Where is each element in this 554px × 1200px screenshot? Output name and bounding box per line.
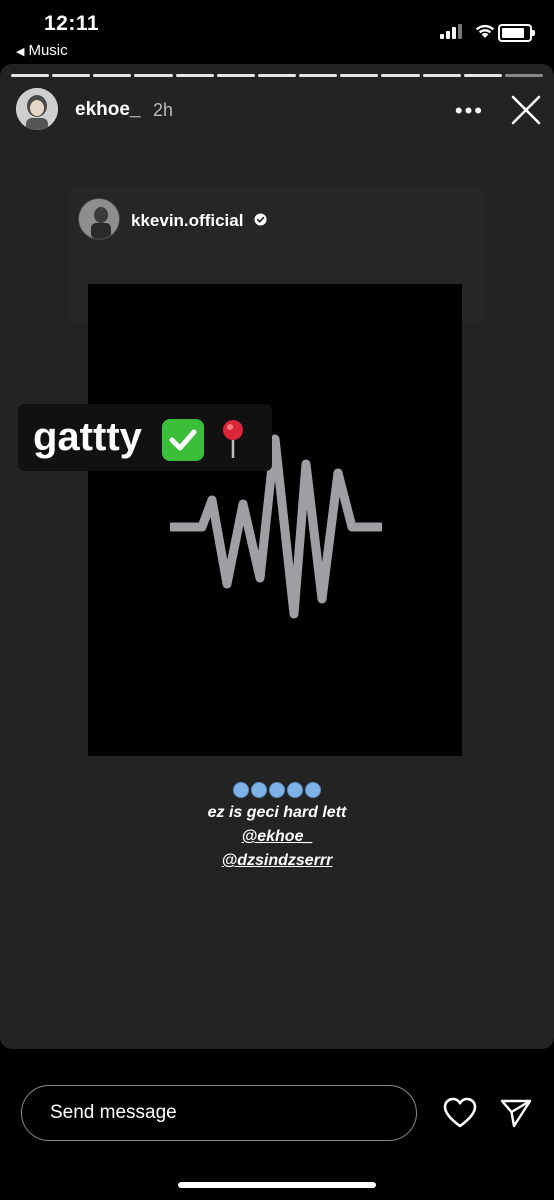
cold-face-emoji-icon [233,782,249,798]
send-message-placeholder: Send message [50,1102,177,1123]
progress-segment [11,74,50,77]
shared-post-image[interactable] [88,284,462,756]
home-indicator[interactable] [178,1182,376,1188]
cellular-signal-icon [440,24,462,39]
cold-face-emoji-icon [269,782,285,798]
progress-segment [257,74,297,77]
verified-badge-icon [254,213,267,226]
progress-segment [504,74,544,77]
progress-segment [299,74,338,77]
caption-text: ez is geci hard lett [207,804,347,821]
cold-face-emoji-icon [305,782,321,798]
progress-segment [422,74,461,77]
text-sticker: gattty [18,404,272,471]
story-author-avatar[interactable] [16,88,58,130]
back-arrow-icon: ◀ [16,46,25,58]
send-message-input[interactable]: Send message [21,1085,417,1141]
avatar-photo [16,88,58,130]
post-caption: ez is geci hard lett @ekhoe_ @dzsindzser… [0,782,554,870]
cold-face-emoji-icon [251,782,267,798]
mention-ekhoe[interactable]: @ekhoe_ [0,828,554,846]
check-mark-icon [162,419,204,461]
sticker-text: gattty [33,415,142,459]
cold-face-emoji-icon [287,782,303,798]
back-app-label: Music [28,42,68,59]
progress-segment [93,74,132,77]
heart-icon[interactable] [443,1097,477,1129]
story-viewer[interactable]: ekhoe_ 2h ••• kkevin.official gattty ez … [0,64,554,1049]
story-progress-bar [11,74,544,78]
shared-post-username[interactable]: kkevin.official [131,211,243,231]
mention-dzsindzserrr[interactable]: @dzsindzserrr [0,852,554,870]
progress-segment [463,74,502,77]
pushpin-icon [223,420,243,458]
back-to-app-link[interactable]: ◀ Music [16,42,68,59]
shared-post-author-avatar[interactable] [78,198,120,240]
battery-icon [498,24,535,42]
clock: 12:11 [44,12,100,35]
progress-segment [175,74,214,77]
progress-segment [52,74,91,77]
close-icon[interactable] [510,94,542,126]
progress-segment [381,74,420,77]
send-direct-icon[interactable] [500,1098,532,1128]
status-bar: 12:11 ◀ Music [0,0,554,64]
story-timestamp: 2h [153,100,174,120]
story-author-username[interactable]: ekhoe_ [75,99,140,121]
progress-segment [216,74,255,77]
progress-segment [340,74,379,77]
more-options-icon[interactable]: ••• [455,98,484,124]
wifi-icon [475,24,495,38]
avatar-photo [79,199,119,239]
progress-segment [134,74,173,77]
cold-face-emojis [0,782,554,798]
